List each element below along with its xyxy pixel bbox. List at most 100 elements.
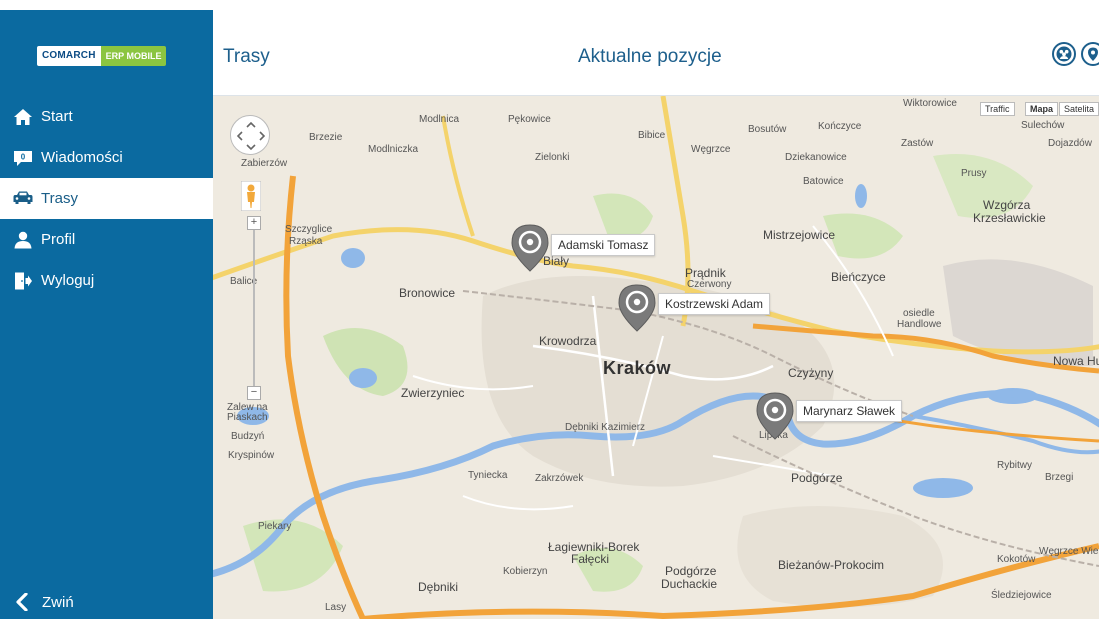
place-label: Piaskach	[227, 412, 268, 423]
zoom-slider-track[interactable]	[253, 226, 255, 396]
place-label: Brzegi	[1045, 472, 1074, 483]
place-label: Krzesławickie	[973, 211, 1046, 225]
place-label: Bieżanów-Prokocim	[778, 558, 885, 572]
place-label: Pękowice	[508, 114, 551, 125]
place-label: Piekary	[258, 521, 292, 532]
place-label: Kokotów	[997, 554, 1036, 565]
chevron-left-icon	[16, 593, 28, 611]
map-marker-icon[interactable]	[756, 392, 794, 440]
place-label: Sulechów	[1021, 120, 1065, 131]
map-view[interactable]: Kraków Bronowice Krowodrza Zwierzyniec B…	[213, 96, 1099, 619]
place-label: Tyniecka	[468, 470, 508, 481]
map-type-satellite-button[interactable]: Satelita	[1059, 102, 1099, 116]
collapse-label: Zwiń	[42, 593, 74, 611]
sidebar-item-messages[interactable]: 0 Wiadomości	[0, 137, 213, 178]
place-label: Węgrzce	[691, 144, 731, 155]
sidebar-item-label: Profil	[41, 231, 76, 248]
comarch-logo: COMARCH ERP MOBILE	[37, 46, 167, 66]
sidebar-item-profile[interactable]: Profil	[0, 219, 213, 260]
logo-erp-mobile: ERP MOBILE	[100, 46, 167, 66]
sidebar-item-label: Trasy	[41, 190, 78, 207]
place-label: osiedle	[903, 308, 935, 319]
place-label: Lasy	[325, 602, 347, 613]
svg-text:0: 0	[21, 152, 26, 161]
place-label: Podgórze	[665, 564, 717, 578]
marker-label[interactable]: Kostrzewski Adam	[658, 293, 771, 315]
place-label: Zakrzówek	[535, 473, 584, 484]
sidebar-item-routes[interactable]: Trasy	[0, 178, 213, 219]
logo-comarch: COMARCH	[37, 46, 101, 66]
users-button[interactable]	[1052, 42, 1076, 66]
place-label: Modlnica	[419, 114, 460, 125]
map-marker-icon[interactable]	[618, 284, 656, 332]
place-label: Rząska	[289, 236, 323, 247]
collapse-sidebar-button[interactable]: Zwiń	[14, 593, 74, 611]
place-label: Czerwony	[687, 279, 732, 290]
place-label: Wzgórza	[983, 198, 1031, 212]
street-view-pegman[interactable]	[240, 180, 262, 212]
place-label: Krowodrza	[539, 334, 597, 348]
sidebar-item-start[interactable]: Start	[0, 96, 213, 137]
place-label: Śledziejowice	[991, 590, 1052, 601]
place-label: Dębniki Kazimierz	[565, 422, 646, 433]
header-bar: Trasy Aktualne pozycje	[213, 10, 1099, 96]
sidebar-item-label: Wyloguj	[41, 272, 95, 289]
map-pan-control[interactable]	[230, 115, 270, 155]
place-label: Kobierzyn	[503, 566, 548, 577]
car-icon	[13, 191, 33, 204]
place-label: Szczyglice	[285, 224, 333, 235]
sidebar-item-label: Start	[41, 108, 73, 125]
sidebar-item-logout[interactable]: Wyloguj	[0, 260, 213, 301]
place-label: Wiktorowice	[903, 98, 957, 109]
sidebar-item-label: Wiadomości	[41, 149, 123, 166]
app-window: COMARCH ERP MOBILE Start 0 Wiadomości Tr…	[0, 0, 1099, 619]
place-label: Nowa Hu	[1053, 354, 1099, 368]
view-title: Aktualne pozycje	[578, 46, 722, 67]
user-icon	[14, 231, 32, 248]
location-button[interactable]	[1081, 42, 1099, 66]
place-label: Rybitwy	[997, 460, 1033, 471]
page-title: Trasy	[223, 46, 270, 67]
place-label: Prusy	[961, 168, 987, 179]
pegman-icon	[240, 180, 262, 212]
place-label: Zielonki	[535, 152, 570, 163]
place-label: Budzyń	[231, 431, 265, 442]
place-label: Dębniki	[418, 580, 459, 594]
sidebar-nav: Start 0 Wiadomości Trasy Profil Wyloguj	[0, 96, 213, 301]
place-label: Kryspinów	[228, 450, 275, 461]
place-label: Dziekanowice	[785, 152, 847, 163]
message-icon: 0	[14, 150, 32, 166]
place-label: Czyżyny	[788, 366, 834, 380]
place-label: Prądnik	[685, 266, 726, 280]
place-label: Podgórze	[791, 471, 843, 485]
pan-arrows-icon	[236, 121, 266, 151]
home-icon	[14, 108, 32, 125]
marker-label[interactable]: Marynarz Sławek	[796, 400, 903, 422]
marker-label[interactable]: Adamski Tomasz	[551, 234, 656, 256]
logout-icon	[15, 272, 32, 289]
place-label: Batowice	[803, 176, 844, 187]
place-label: Dojazdów	[1048, 138, 1092, 149]
map-type-map-button[interactable]: Mapa	[1025, 102, 1059, 116]
place-label: Handlowe	[897, 319, 942, 330]
traffic-layer-button[interactable]: Traffic	[980, 102, 1015, 116]
users-icon	[1056, 46, 1072, 62]
map-marker-icon[interactable]	[511, 224, 549, 272]
place-label: Zabierzów	[241, 158, 288, 169]
place-label: Fałęcki	[571, 552, 610, 566]
place-label: Modlniczka	[368, 144, 419, 155]
place-label: Duchackie	[661, 577, 718, 591]
header-actions	[1052, 42, 1099, 66]
zoom-in-button[interactable]: +	[247, 216, 261, 230]
place-label: Kraków	[603, 358, 672, 378]
place-label: Mistrzejowice	[763, 228, 836, 242]
zoom-out-button[interactable]: −	[247, 386, 261, 400]
location-pin-icon	[1088, 47, 1098, 61]
place-label: Bronowice	[399, 286, 456, 300]
place-label: Bibice	[638, 130, 666, 141]
place-label: Brzezie	[309, 132, 343, 143]
place-label: Kończyce	[818, 121, 862, 132]
place-label: Bieńczyce	[831, 270, 886, 284]
place-label: Zwierzyniec	[401, 386, 465, 400]
place-label: Węgrzce Wielkie	[1039, 546, 1099, 557]
